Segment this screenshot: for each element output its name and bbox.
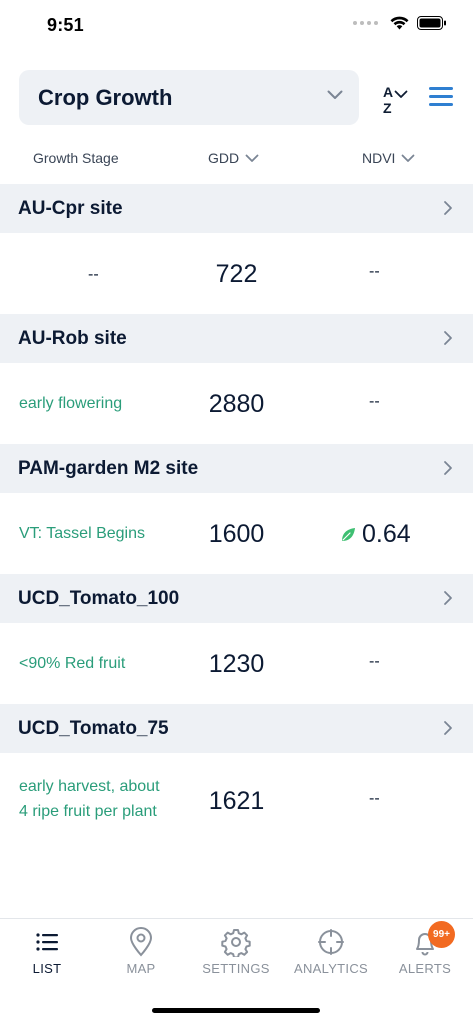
site-row[interactable]: -- 722 --	[0, 233, 473, 314]
column-header-ndvi-label: NDVI	[362, 150, 396, 166]
site-row[interactable]: VT: Tassel Begins 1600 0.64	[0, 493, 473, 574]
column-header-gdd[interactable]: GDD	[208, 150, 259, 166]
chevron-down-icon	[402, 154, 415, 162]
cellular-signal-icon	[353, 21, 378, 25]
tab-alerts[interactable]: ALERTS	[378, 919, 472, 989]
ndvi-value: --	[369, 393, 380, 410]
site-header[interactable]: PAM-garden M2 site	[0, 444, 473, 493]
site-row[interactable]: <90% Red fruit 1230 --	[0, 623, 473, 704]
ndvi-value: --	[369, 790, 380, 807]
chevron-right-icon	[444, 201, 452, 215]
chevron-right-icon	[444, 721, 452, 735]
column-header-growth-stage-label: Growth Stage	[33, 150, 119, 166]
site-row[interactable]: early flowering 2880 --	[0, 363, 473, 444]
column-header-growth-stage[interactable]: Growth Stage	[33, 150, 119, 166]
tab-alerts-label: ALERTS	[398, 961, 452, 976]
status-time: 9:51	[47, 15, 84, 35]
chevron-down-icon	[327, 90, 343, 99]
gear-icon	[221, 929, 251, 957]
list-icon	[36, 933, 58, 951]
gdd-value: 1621	[208, 787, 265, 815]
gdd-value: 2880	[208, 390, 265, 418]
hamburger-menu-icon[interactable]	[429, 86, 455, 108]
sort-a-letter: A	[383, 84, 394, 100]
site-header[interactable]: AU-Rob site	[0, 314, 473, 363]
site-list: AU-Cpr site -- 722 -- AU-Rob site early …	[0, 184, 473, 849]
tab-settings-label: SETTINGS	[202, 961, 270, 976]
site-name: AU-Rob site	[18, 328, 127, 349]
gdd-value: 722	[215, 260, 258, 288]
crosshair-icon	[318, 929, 344, 955]
alerts-count-badge: 99+	[428, 921, 455, 948]
tab-analytics-label: ANALYTICS	[294, 961, 368, 976]
status-icons	[353, 16, 447, 30]
view-select[interactable]: Crop Growth	[19, 70, 359, 125]
sort-chevron-icon	[394, 90, 408, 98]
tab-analytics[interactable]: ANALYTICS	[284, 919, 378, 989]
ndvi-value: --	[369, 653, 380, 670]
sort-z-letter: Z	[383, 100, 392, 116]
battery-icon	[417, 16, 446, 30]
header: Crop Growth A Z	[19, 70, 459, 125]
site-header[interactable]: AU-Cpr site	[0, 184, 473, 233]
tab-map-label: MAP	[126, 961, 156, 976]
column-headers: Growth Stage GDD NDVI	[0, 142, 473, 174]
site-header[interactable]: UCD_Tomato_75	[0, 704, 473, 753]
site-name: UCD_Tomato_100	[18, 588, 180, 609]
tab-list-label: LIST	[32, 961, 62, 976]
column-header-ndvi[interactable]: NDVI	[362, 150, 415, 166]
ndvi-value: 0.64	[362, 520, 411, 548]
wifi-icon	[390, 16, 409, 30]
ndvi-value: --	[369, 263, 380, 280]
leaf-icon	[342, 527, 355, 541]
sort-az-button[interactable]: A Z	[381, 84, 413, 118]
gdd-value: 1230	[208, 650, 265, 678]
site-name: PAM-garden M2 site	[18, 458, 199, 479]
chevron-right-icon	[444, 331, 452, 345]
chevron-right-icon	[444, 591, 452, 605]
status-bar: 9:51	[0, 0, 473, 52]
site-header[interactable]: UCD_Tomato_100	[0, 574, 473, 623]
map-pin-icon	[129, 927, 153, 957]
chevron-right-icon	[444, 461, 452, 475]
ndvi-cell: 0.64	[340, 520, 411, 549]
site-name: UCD_Tomato_75	[18, 718, 169, 739]
tab-settings[interactable]: SETTINGS	[189, 919, 283, 989]
home-indicator	[152, 1008, 320, 1013]
tab-map[interactable]: MAP	[94, 919, 188, 989]
view-select-title: Crop Growth	[38, 84, 173, 110]
column-header-gdd-label: GDD	[208, 150, 240, 166]
chevron-down-icon	[245, 154, 259, 162]
site-row[interactable]: early harvest, about 4 ripe fruit per pl…	[0, 753, 473, 849]
tab-list[interactable]: LIST	[0, 919, 94, 989]
site-name: AU-Cpr site	[18, 198, 123, 219]
